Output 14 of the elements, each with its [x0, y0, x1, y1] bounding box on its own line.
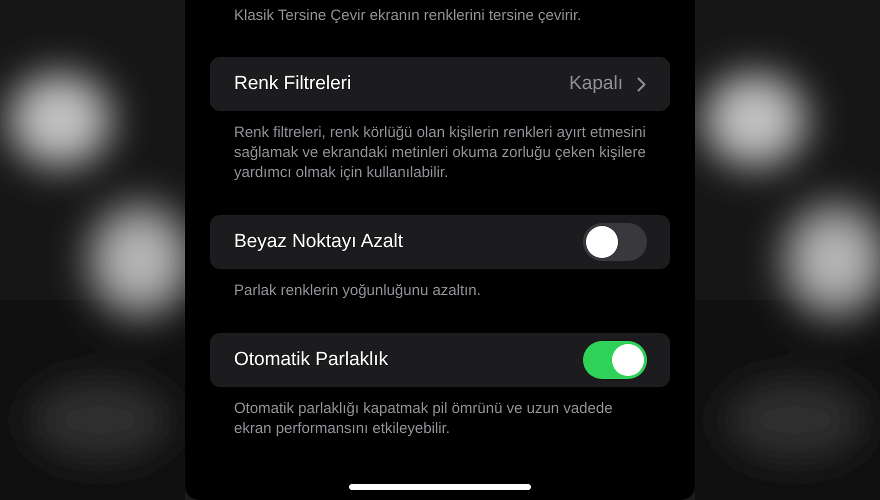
toggle-switch[interactable]: [583, 223, 647, 261]
chevron-icon: [637, 76, 646, 92]
row-value: Kapalı: [569, 73, 623, 95]
footnote: Otomatik parlaklığı kapatmak pil ömrünü ve uzun vadede ekran performansını etkileyebilir.: [233, 399, 614, 439]
row-label: Renk Filtreleri: [234, 73, 352, 95]
settings-row[interactable]: Renk Filtreleri Kapalı: [210, 57, 670, 111]
settings-row[interactable]: Beyaz Noktayı Azalt: [210, 215, 670, 269]
footnote: Klasik Tersine Çevir ekranın renklerini tersine çevirir.: [233, 6, 582, 26]
row-label: Otomatik Parlaklık: [234, 349, 390, 371]
toggle-switch[interactable]: [583, 341, 647, 379]
footnote: Renk filtreleri, renk körlüğü olan kişilerin renkleri ayırt etmesini sağlamak ve ekrandaki metinleri okuma zorluğu çeken kişilere yardımcı olmak için kullanılabilir.: [233, 123, 647, 183]
footnote: Parlak renklerin yoğunluğunu azaltın.: [233, 281, 482, 301]
row-label: Beyaz Noktayı Azalt: [234, 231, 404, 253]
settings-row[interactable]: Otomatik Parlaklık: [210, 333, 670, 387]
